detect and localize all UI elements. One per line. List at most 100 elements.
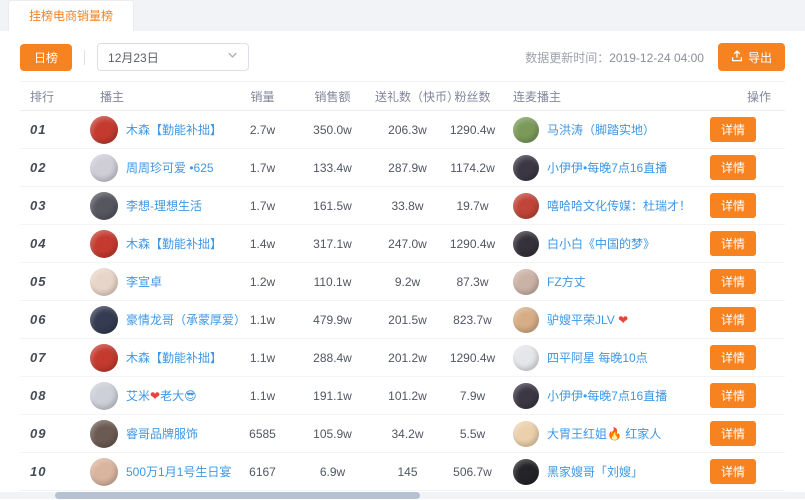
co-broadcaster-name-link[interactable]: 小伊伊•每晚7点16直播: [547, 387, 667, 404]
co-broadcaster-name-link[interactable]: 黑家嫂哥「刘嫂」: [547, 463, 643, 480]
co-broadcaster-avatar[interactable]: [513, 155, 539, 181]
broadcaster-name-link[interactable]: 500万1月1号生日宴: [126, 463, 231, 480]
co-broadcaster-avatar[interactable]: [513, 383, 539, 409]
co-broadcaster-avatar[interactable]: [513, 345, 539, 371]
header-action: 操作: [710, 88, 785, 105]
broadcaster-avatar[interactable]: [90, 268, 118, 296]
fans-value: 87.3w: [440, 275, 505, 289]
rank-value: 09: [20, 426, 90, 441]
broadcaster-avatar[interactable]: [90, 458, 118, 486]
co-broadcaster-name-link[interactable]: 小伊伊•每晚7点16直播: [547, 159, 667, 176]
detail-button[interactable]: 详情: [710, 383, 756, 408]
broadcaster-cell: 艾米❤老大😎: [90, 382, 235, 410]
action-cell: 详情: [710, 231, 794, 256]
detail-button[interactable]: 详情: [710, 117, 756, 142]
detail-button[interactable]: 详情: [710, 421, 756, 446]
broadcaster-avatar[interactable]: [90, 116, 118, 144]
co-broadcaster-name-link[interactable]: 嘻哈哈文化传媒：杜瑞才！: [547, 197, 691, 214]
tab-ecommerce-sales-rank[interactable]: 挂榜电商销量榜: [8, 0, 134, 31]
broadcaster-cell: 周周珍可爱 •625: [90, 154, 235, 182]
co-broadcaster-cell: 四平阿星 每晚10点: [505, 345, 710, 371]
header-fans: 粉丝数: [440, 88, 505, 105]
fans-value: 506.7w: [440, 465, 505, 479]
daily-rank-button[interactable]: 日榜: [20, 44, 72, 71]
broadcaster-avatar[interactable]: [90, 344, 118, 372]
gifts-value: 201.2w: [375, 351, 440, 365]
fans-value: 19.7w: [440, 199, 505, 213]
broadcaster-avatar[interactable]: [90, 382, 118, 410]
co-broadcaster-avatar[interactable]: [513, 421, 539, 447]
chevron-down-icon: [227, 50, 238, 64]
broadcaster-name-link[interactable]: 李宣卓: [126, 273, 162, 290]
table-row: 07 木森【勤能补拙】 1.1w 288.4w 201.2w 1290.4w 四…: [20, 339, 785, 377]
broadcaster-name-link[interactable]: 木森【勤能补拙】: [126, 235, 222, 252]
horizontal-scrollbar-track[interactable]: [0, 492, 805, 499]
export-icon: [731, 50, 743, 65]
detail-button[interactable]: 详情: [710, 193, 756, 218]
gifts-value: 201.5w: [375, 313, 440, 327]
export-button[interactable]: 导出: [718, 43, 785, 71]
broadcaster-avatar[interactable]: [90, 192, 118, 220]
broadcaster-name-link[interactable]: 艾米❤老大😎: [126, 387, 197, 404]
table-header-row: 排行 播主 销量 销售额 送礼数（快币） 粉丝数 连麦播主 操作: [20, 81, 785, 111]
co-broadcaster-cell: 驴嫂平荣JLV ❤: [505, 307, 710, 333]
date-select-value: 12月23日: [108, 49, 159, 66]
detail-button[interactable]: 详情: [710, 269, 756, 294]
sales-volume-value: 1.1w: [235, 389, 290, 403]
broadcaster-cell: 木森【勤能补拙】: [90, 230, 235, 258]
table-row: 02 周周珍可爱 •625 1.7w 133.4w 287.9w 1174.2w…: [20, 149, 785, 187]
sales-volume-value: 6167: [235, 465, 290, 479]
co-broadcaster-cell: FZ方丈: [505, 269, 710, 295]
sales-amount-value: 105.9w: [290, 427, 375, 441]
detail-button[interactable]: 详情: [710, 345, 756, 370]
broadcaster-avatar[interactable]: [90, 230, 118, 258]
co-broadcaster-name-link[interactable]: FZ方丈: [547, 273, 586, 290]
rank-value: 08: [20, 388, 90, 403]
co-broadcaster-avatar[interactable]: [513, 459, 539, 485]
co-broadcaster-cell: 白小白《中国的梦》: [505, 231, 710, 257]
broadcaster-name-link[interactable]: 李想-理想生活: [126, 197, 202, 214]
gifts-value: 206.3w: [375, 123, 440, 137]
rank-value: 01: [20, 122, 90, 137]
header-sales-volume: 销量: [235, 88, 290, 105]
broadcaster-name-link[interactable]: 豪情龙哥（承蒙厚爱）: [126, 311, 246, 328]
sales-volume-value: 1.1w: [235, 313, 290, 327]
action-cell: 详情: [710, 383, 794, 408]
co-broadcaster-avatar[interactable]: [513, 307, 539, 333]
broadcaster-name-link[interactable]: 周周珍可爱 •625: [126, 159, 214, 176]
co-broadcaster-name-link[interactable]: 四平阿星 每晚10点: [547, 349, 648, 366]
sales-volume-value: 1.2w: [235, 275, 290, 289]
broadcaster-name-link[interactable]: 木森【勤能补拙】: [126, 349, 222, 366]
co-broadcaster-avatar[interactable]: [513, 117, 539, 143]
detail-button[interactable]: 详情: [710, 231, 756, 256]
broadcaster-avatar[interactable]: [90, 154, 118, 182]
rank-value: 03: [20, 198, 90, 213]
detail-button[interactable]: 详情: [710, 307, 756, 332]
date-select[interactable]: 12月23日: [97, 43, 249, 71]
fans-value: 1290.4w: [440, 237, 505, 251]
table-row: 01 木森【勤能补拙】 2.7w 350.0w 206.3w 1290.4w 马…: [20, 111, 785, 149]
rank-value: 06: [20, 312, 90, 327]
co-broadcaster-name-link[interactable]: 马洪涛（脚踏实地）: [547, 121, 655, 138]
header-broadcaster: 播主: [90, 88, 235, 105]
rank-value: 02: [20, 160, 90, 175]
co-broadcaster-name-link[interactable]: 白小白《中国的梦》: [547, 235, 655, 252]
fans-value: 1290.4w: [440, 351, 505, 365]
co-broadcaster-avatar[interactable]: [513, 231, 539, 257]
sales-volume-value: 1.7w: [235, 199, 290, 213]
table-row: 08 艾米❤老大😎 1.1w 191.1w 101.2w 7.9w 小伊伊•每晚…: [20, 377, 785, 415]
co-broadcaster-name-link[interactable]: 驴嫂平荣JLV ❤: [547, 311, 628, 328]
detail-button[interactable]: 详情: [710, 459, 756, 484]
header-rank: 排行: [20, 88, 90, 105]
detail-button[interactable]: 详情: [710, 155, 756, 180]
broadcaster-avatar[interactable]: [90, 420, 118, 448]
broadcaster-avatar[interactable]: [90, 306, 118, 334]
update-time-label: 数据更新时间：: [525, 51, 609, 65]
co-broadcaster-name-link[interactable]: 大胃王红姐🔥 红家人: [547, 425, 661, 442]
horizontal-scrollbar-thumb[interactable]: [55, 492, 420, 499]
broadcaster-name-link[interactable]: 睿哥品牌服饰: [126, 425, 198, 442]
broadcaster-name-link[interactable]: 木森【勤能补拙】: [126, 121, 222, 138]
co-broadcaster-avatar[interactable]: [513, 193, 539, 219]
co-broadcaster-avatar[interactable]: [513, 269, 539, 295]
action-cell: 详情: [710, 193, 794, 218]
